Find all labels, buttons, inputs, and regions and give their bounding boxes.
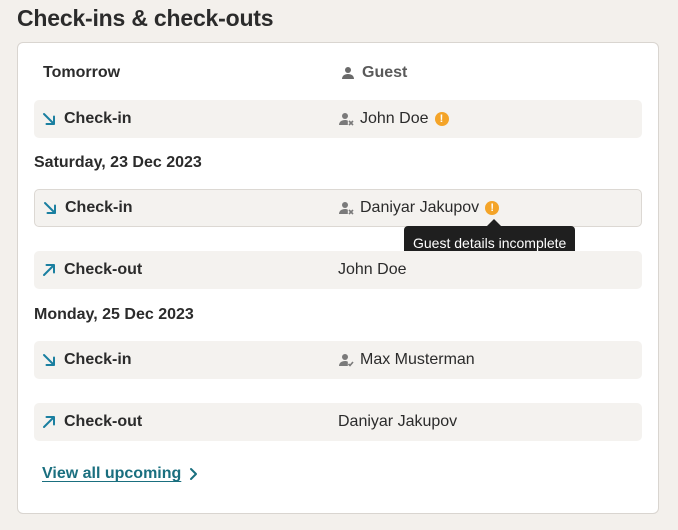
guest-name: Max Musterman	[360, 351, 475, 368]
guest-column-header: Guest	[340, 64, 407, 82]
checkin-row[interactable]: Check-in Max Musterman	[34, 341, 642, 379]
row-type-label: Check-in	[65, 199, 133, 216]
arrow-up-right-icon	[43, 416, 55, 428]
arrow-down-right-icon	[44, 202, 56, 214]
chevron-right-icon	[190, 468, 198, 480]
row-guest: Daniyar Jakupov	[338, 413, 457, 431]
tooltip-arrow	[487, 219, 501, 226]
view-all-label: View all upcoming	[42, 465, 182, 482]
guest-name: John Doe	[360, 110, 429, 127]
arrow-up-right-icon	[43, 264, 55, 276]
row-type-label: Check-out	[64, 413, 143, 430]
warning-icon[interactable]: !	[434, 112, 449, 126]
group-date: Monday, 25 Dec 2023	[34, 306, 194, 323]
row-type: Check-in	[42, 351, 132, 369]
checkin-row[interactable]: Check-in John Doe !	[34, 100, 642, 138]
row-type-label: Check-in	[64, 110, 132, 127]
row-type-label: Check-in	[64, 351, 132, 368]
guest-name: John Doe	[338, 261, 407, 278]
checkout-row[interactable]: Check-out John Doe	[34, 251, 642, 289]
person-x-icon	[339, 202, 354, 215]
checkin-row[interactable]: Check-in Daniyar Jakupov !	[34, 189, 642, 227]
row-type-label: Check-out	[64, 261, 143, 278]
checkout-row[interactable]: Check-out Daniyar Jakupov	[34, 403, 642, 441]
guest-name: Daniyar Jakupov	[338, 413, 458, 430]
row-type: Check-in	[43, 199, 133, 217]
warning-icon[interactable]: !	[485, 201, 500, 215]
view-all-upcoming-link[interactable]: View all upcoming	[42, 465, 198, 483]
group-date: Saturday, 23 Dec 2023	[34, 154, 202, 171]
arrow-down-right-icon	[43, 354, 55, 366]
row-guest: John Doe !	[338, 110, 449, 128]
guest-column-label: Guest	[362, 64, 408, 81]
tomorrow-group-header: Tomorrow	[43, 64, 121, 81]
person-x-icon	[339, 113, 354, 126]
row-guest: Daniyar Jakupov !	[338, 199, 500, 217]
guest-name: Daniyar Jakupov	[360, 199, 480, 216]
row-guest: Max Musterman	[338, 351, 475, 369]
person-icon	[342, 67, 354, 79]
row-guest: John Doe	[338, 261, 407, 279]
arrow-down-right-icon	[43, 113, 55, 125]
row-type: Check-out	[42, 261, 142, 279]
row-type: Check-in	[42, 110, 132, 128]
person-check-icon	[339, 354, 354, 367]
row-type: Check-out	[42, 413, 142, 431]
page-title: Check-ins & check-outs	[17, 5, 274, 31]
